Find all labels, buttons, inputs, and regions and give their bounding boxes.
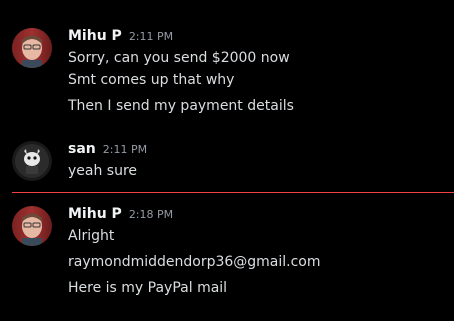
- avatar-mihu-icon[interactable]: [12, 28, 52, 68]
- message-username[interactable]: Mihu P: [68, 28, 122, 44]
- message-text: Then I send my payment details: [68, 98, 294, 114]
- message-email-link[interactable]: raymondmiddendorp36@gmail.com: [68, 254, 321, 270]
- chat-message-list: Mihu P 2:11 PM Sorry, can you send $2000…: [0, 0, 454, 321]
- message-text: Here is my PayPal mail: [68, 280, 228, 296]
- message-text: Sorry, can you send $2000 now: [68, 50, 290, 66]
- avatar-san-icon[interactable]: [12, 141, 52, 181]
- message-text: yeah sure: [68, 163, 138, 179]
- message-timestamp: 2:11 PM: [128, 30, 174, 43]
- new-messages-divider: [12, 192, 454, 193]
- avatar-mihu-icon[interactable]: [12, 206, 52, 246]
- message-timestamp: 2:18 PM: [128, 208, 174, 221]
- message-timestamp: 2:11 PM: [102, 143, 148, 156]
- message-username[interactable]: san: [68, 141, 96, 157]
- message-text: Smt comes up that why: [68, 72, 235, 88]
- message-text: Alright: [68, 228, 115, 244]
- message-username[interactable]: Mihu P: [68, 206, 122, 222]
